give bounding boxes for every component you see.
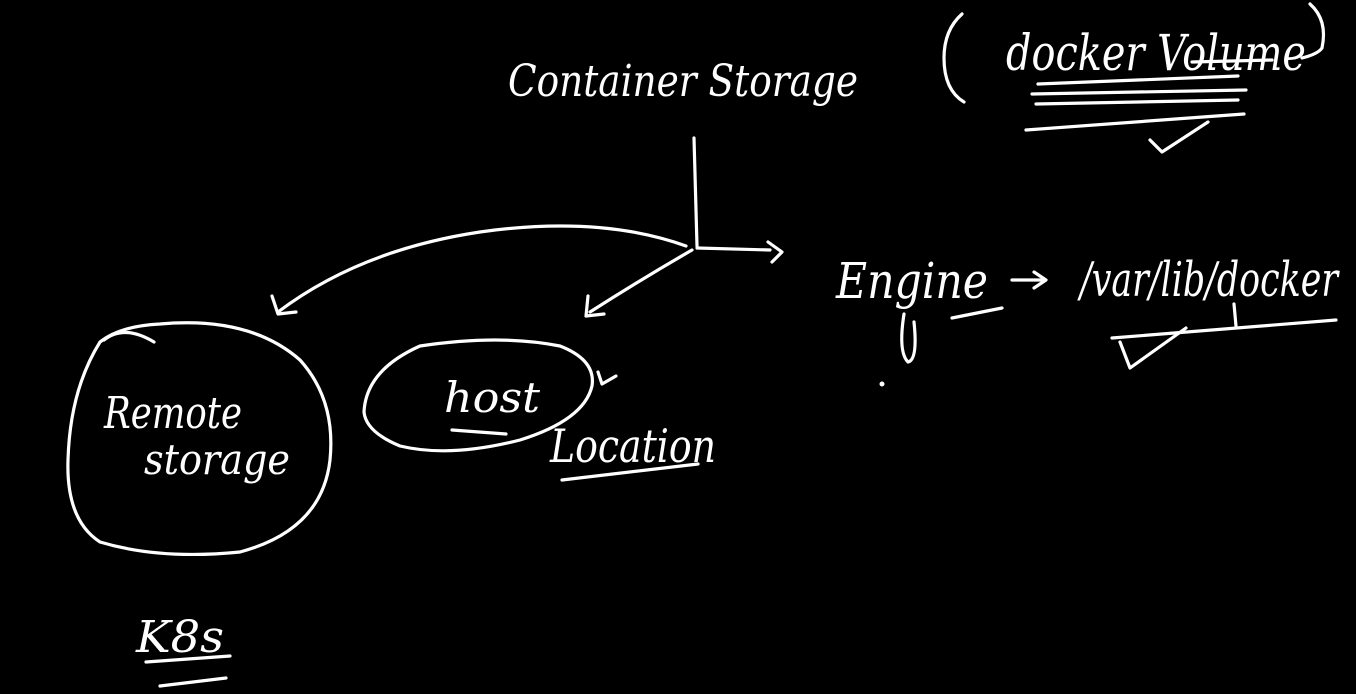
engine-g-descender	[900, 312, 917, 364]
emphasis-line-4	[1024, 112, 1246, 132]
remote-circle-overlap	[102, 330, 156, 344]
host-label: host	[444, 373, 540, 422]
left-bracket	[942, 12, 966, 104]
host-tick-icon	[596, 370, 618, 386]
container-storage-label: Container Storage	[508, 56, 858, 107]
branch-right	[695, 246, 772, 252]
whiteboard-canvas: Container Storage docker Volume Engine /…	[0, 0, 1356, 694]
host-underline	[450, 428, 508, 436]
remote-storage-line1: Remote	[103, 388, 242, 439]
path-tick	[1232, 302, 1238, 328]
arrow-to-remote-storage	[276, 224, 688, 314]
remote-storage-line2: storage	[144, 435, 290, 484]
path-underline	[1110, 318, 1338, 340]
emphasis-line-2	[1030, 88, 1248, 96]
arrowhead-remote-icon	[270, 294, 298, 316]
k8s-underline-2	[158, 676, 228, 688]
k8s-label: K8s	[135, 612, 224, 663]
engine-label: Engine	[835, 252, 988, 310]
handwritten-diagram: Container Storage docker Volume Engine /…	[66, 2, 1340, 688]
emphasis-line-3	[1034, 98, 1240, 106]
checkmark-icon	[1148, 120, 1210, 154]
docker-volume-label: docker Volume	[1006, 24, 1306, 82]
trunk-line	[692, 136, 699, 248]
ink-dot	[879, 381, 885, 387]
volume-underline	[1190, 58, 1274, 64]
engine-path-label: /var/lib/docker	[1077, 252, 1340, 308]
arrow-to-host	[588, 248, 694, 314]
arrowhead-right-icon	[766, 240, 784, 264]
